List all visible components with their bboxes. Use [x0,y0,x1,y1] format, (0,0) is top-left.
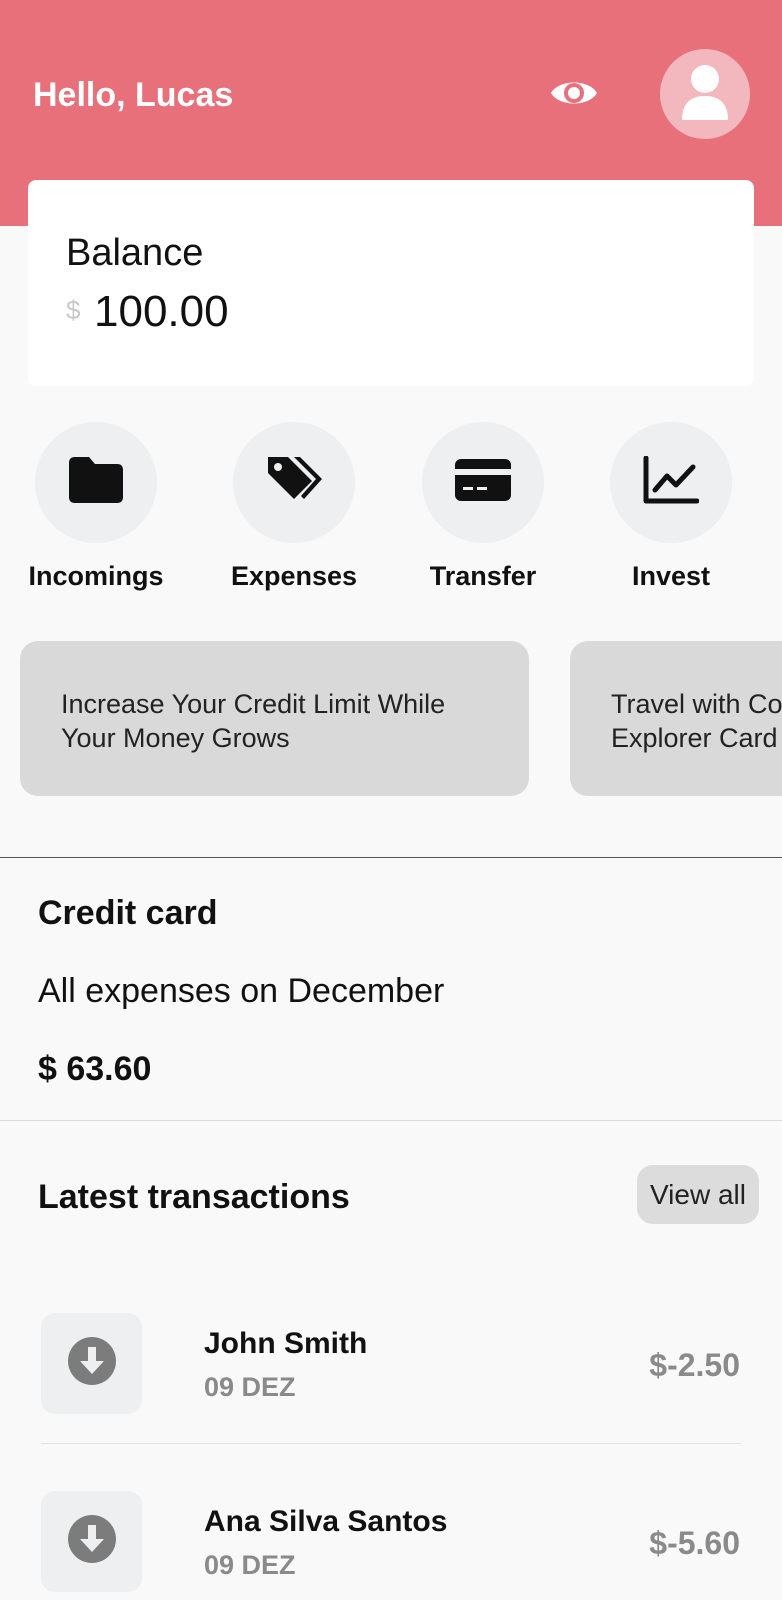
section-divider [0,857,782,858]
arrow-down-circle-icon [67,1515,116,1568]
transaction-date: 09 DEZ [204,1372,296,1402]
transaction-name: Ana Silva Santos [204,1505,448,1538]
tags-icon [266,455,322,510]
transaction-icon-box [41,1491,142,1592]
profile-avatar-button[interactable] [660,49,750,139]
user-icon [680,64,730,125]
transaction-icon-box [41,1313,142,1414]
balance-currency: $ [66,295,81,325]
greeting-text: Hello, Lucas [33,76,234,114]
transaction-row[interactable]: Ana Silva Santos 09 DEZ $-5.60 [0,1491,782,1593]
action-transfer-circle [422,422,544,543]
action-invest-label: Invest [631,561,711,591]
eye-icon [549,75,599,116]
action-transfer-label: Transfer [429,561,537,591]
action-transfer[interactable]: Transfer [393,422,573,592]
credit-card-icon [455,459,511,506]
balance-label: Balance [66,232,204,274]
transaction-name: John Smith [204,1327,368,1360]
action-expenses-label: Expenses [230,561,358,591]
action-expenses-circle [233,422,355,543]
transaction-divider [41,1443,741,1444]
credit-card-amount: $ 63.60 [38,1050,152,1088]
latest-transactions-title: Latest transactions [38,1178,350,1216]
action-expenses[interactable]: Expenses [204,422,384,592]
action-incomings[interactable]: Incomings [6,422,186,592]
transaction-row[interactable]: John Smith 09 DEZ $-2.50 [0,1313,782,1444]
action-invest-circle [610,422,732,543]
action-invest[interactable]: Invest [581,422,761,592]
section-divider [0,1120,782,1121]
balance-value: 100.00 [94,287,229,336]
arrow-down-circle-icon [67,1337,116,1390]
promo-text: Increase Your Credit Limit While Your Mo… [61,689,446,753]
transaction-amount: $-5.60 [649,1525,740,1561]
folder-icon [69,457,123,508]
promo-card-credit-limit[interactable]: Increase Your Credit Limit While Your Mo… [20,641,529,796]
action-incomings-label: Incomings [28,561,164,591]
view-all-button[interactable]: View all [637,1165,759,1224]
balance-card: Balance $ 100.00 [28,180,754,386]
transaction-date: 09 DEZ [204,1550,296,1580]
toggle-balance-visibility-button[interactable] [548,72,600,118]
promo-card-travel[interactable]: Travel with Co Explorer Card [570,641,782,796]
line-chart-icon [643,455,700,509]
promo-text: Travel with Co Explorer Card [611,689,782,753]
action-incomings-circle [35,422,157,543]
credit-card-title: Credit card [38,894,218,932]
credit-card-subtitle: All expenses on December [38,972,445,1010]
transaction-amount: $-2.50 [649,1347,740,1383]
